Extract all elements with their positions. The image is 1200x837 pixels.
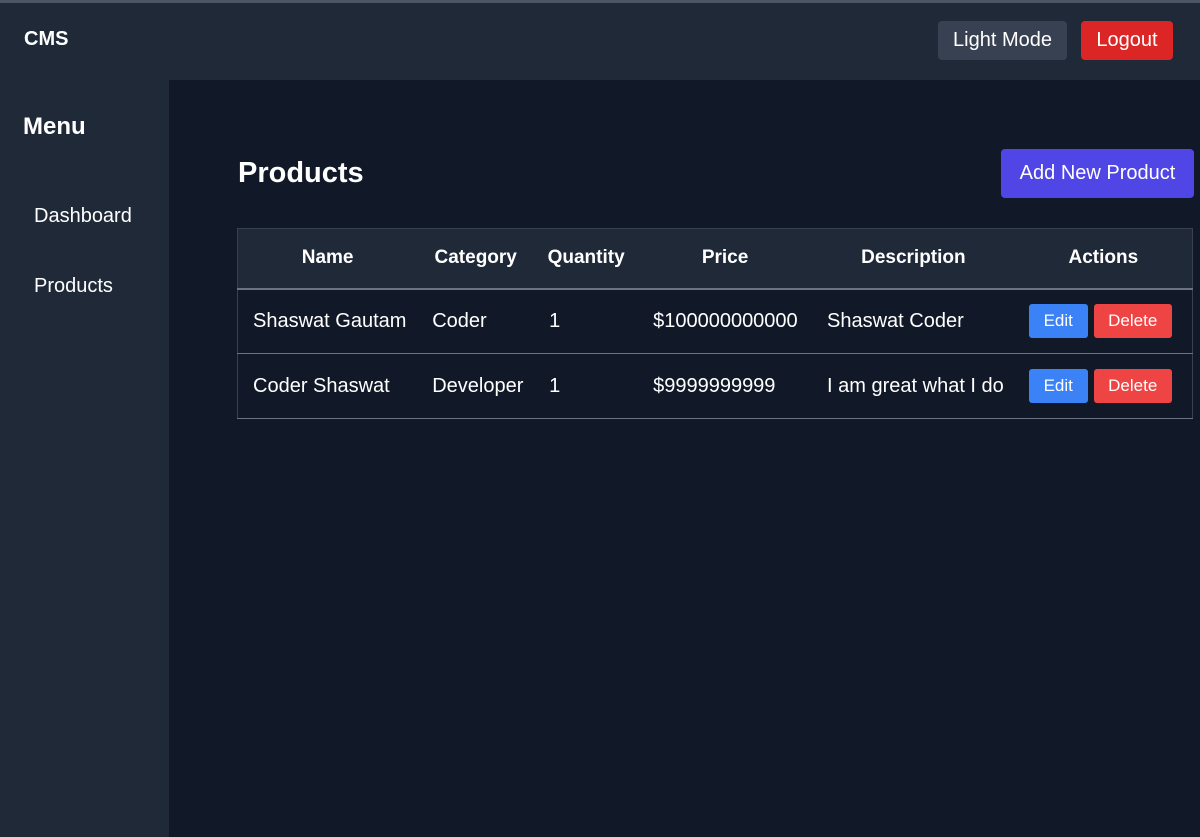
delete-button[interactable]: Delete <box>1093 304 1172 339</box>
cell-category: Coder <box>417 288 535 354</box>
cell-actions: Edit Delete <box>1014 353 1193 419</box>
edit-button[interactable]: Edit <box>1028 369 1088 403</box>
cell-description: Shaswat Coder <box>812 288 1015 354</box>
table-row: Coder Shaswat Developer 1 $9999999999 I … <box>237 353 1193 419</box>
top-navbar: CMS Light Mode Logout <box>0 3 1200 80</box>
sidebar-item-dashboard[interactable]: Dashboard <box>34 205 132 228</box>
main-content: Products Add New Product Name Category Q… <box>169 80 1200 837</box>
cell-price: $9999999999 <box>638 353 813 419</box>
cell-name: Coder Shaswat <box>237 353 418 419</box>
edit-button[interactable]: Edit <box>1028 304 1088 339</box>
delete-button[interactable]: Delete <box>1093 369 1172 403</box>
table-header-row: Name Category Quantity Price Description… <box>237 228 1193 290</box>
table-row: Shaswat Gautam Coder 1 $100000000000 Sha… <box>237 288 1193 354</box>
column-header-actions: Actions <box>1014 228 1193 290</box>
cell-name: Shaswat Gautam <box>237 288 418 354</box>
brand-logo[interactable]: CMS <box>24 28 68 51</box>
page-title: Products <box>238 157 364 189</box>
products-table: Name Category Quantity Price Description… <box>237 228 1193 419</box>
column-header-name: Name <box>237 228 418 290</box>
cell-quantity: 1 <box>534 288 639 354</box>
cell-price: $100000000000 <box>638 288 813 354</box>
logout-button[interactable]: Logout <box>1081 21 1173 60</box>
cell-actions: Edit Delete <box>1014 288 1193 354</box>
light-mode-button[interactable]: Light Mode <box>938 21 1067 60</box>
sidebar-title: Menu <box>23 113 86 140</box>
column-header-category: Category <box>417 228 535 290</box>
column-header-description: Description <box>812 228 1015 290</box>
cell-quantity: 1 <box>534 353 639 419</box>
sidebar: Menu Dashboard Products <box>0 80 169 837</box>
add-product-button[interactable]: Add New Product <box>1001 149 1194 198</box>
column-header-quantity: Quantity <box>534 228 639 290</box>
sidebar-item-products[interactable]: Products <box>34 275 113 298</box>
column-header-price: Price <box>638 228 813 290</box>
cell-category: Developer <box>417 353 535 419</box>
cell-description: I am great what I do <box>812 353 1015 419</box>
